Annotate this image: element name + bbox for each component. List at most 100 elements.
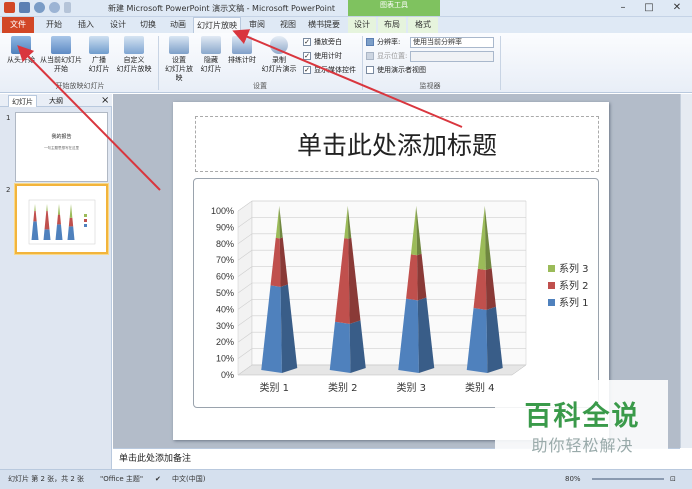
chart-tools-label: 图表工具 [348,0,440,16]
thumb-pyramid-segment [69,204,73,218]
slide-number: 2 [6,186,11,194]
ribbon-separator [158,36,159,90]
thumb-pyramid-segment [55,224,63,240]
y-tick-label: 80% [216,239,234,249]
slide-thumbnail-2[interactable] [15,184,108,254]
tab-insert[interactable]: 插入 [72,17,100,33]
tab-slides[interactable]: 幻灯片 [8,95,37,107]
hide-slide-icon [201,36,221,54]
y-tick-label: 10% [216,354,234,364]
thumb-legend-swatch [84,219,87,222]
chart-svg: 0% 10% 20% 30% 40% 50% 60% 70% 80% 90% 100% 类别 1 类别 … [211,200,589,394]
zoom-level[interactable]: 80% [565,470,581,489]
tab-chart-design[interactable]: 设计 [348,17,376,33]
monitor-icon [366,38,374,46]
tab-transitions[interactable]: 切换 [134,17,162,33]
thumb-title: 我的报告 [51,134,72,140]
tab-file[interactable]: 文件 [2,17,34,33]
title-bar: 新建 Microsoft PowerPoint 演示文稿 - Microsoft… [0,0,692,17]
y-tick-label: 50% [216,288,234,298]
thumb-subtitle: 一句主题思想写在这里 [44,146,79,150]
slideshow-current-icon [51,36,71,54]
hide-slide-button[interactable]: 隐藏 幻灯片 [198,36,224,74]
chart-frame[interactable]: 0% 10% 20% 30% 40% 50% 60% 70% 80% 90% 100% 类别 1 类别 … [193,178,599,408]
y-tick-label: 90% [216,222,234,232]
rehearse-timings-button[interactable]: 排练计时 [226,36,258,65]
zoom-slider[interactable] [592,478,664,480]
legend-label: 系列 3 [559,262,589,275]
group-label-setup: 设置 [253,82,267,90]
x-category-label: 类别 2 [328,381,358,394]
save-icon[interactable] [19,2,30,13]
slide-counter: 幻灯片 第 2 张，共 2 张 [8,475,85,483]
setup-slideshow-button[interactable]: 设置 幻灯片放映 [162,36,196,83]
x-category-label: 类别 4 [465,381,495,394]
use-timings-checkbox[interactable]: ✓ 使用计时 [303,51,342,61]
display-location-dropdown[interactable] [410,51,494,62]
tab-chart-format[interactable]: 格式 [408,17,438,33]
record-icon [270,36,288,54]
play-narration-checkbox[interactable]: ✓ 播放旁白 [303,37,342,47]
broadcast-slideshow-button[interactable]: 广播 幻灯片 [86,36,112,74]
show-media-controls-checkbox[interactable]: ✓ 显示媒体控件 [303,65,356,75]
thumb-pyramid-segment [33,210,37,222]
checkbox-checked-icon: ✓ [303,66,311,74]
y-tick-label: 60% [216,272,234,282]
close-pane-icon[interactable]: × [98,95,112,107]
y-tick-label: 30% [216,321,234,331]
tab-animations[interactable]: 动画 [164,17,192,33]
watermark-logo: 百科全说 助你轻松解决 [495,380,668,462]
custom-slideshow-button[interactable]: 自定义 幻灯片放映 [114,36,154,74]
resolution-dropdown[interactable]: 使用当前分辨率 [410,37,494,48]
record-slideshow-button[interactable]: 录制 幻灯片演示 [258,36,300,74]
vertical-scrollbar[interactable] [680,94,692,448]
custom-slideshow-icon [124,36,144,54]
thumb-pyramid-segment [57,214,61,225]
watermark-subtitle: 助你轻松解决 [531,436,634,455]
thumb-legend-swatch [84,224,87,227]
group-label-monitors: 监视器 [419,82,441,90]
title-placeholder[interactable]: 单击此处添加标题 [195,116,599,172]
presenter-view-checkbox[interactable]: 使用演示者视图 [366,65,426,75]
tab-chart-layout[interactable]: 布局 [378,17,406,33]
checkbox-checked-icon: ✓ [303,38,311,46]
undo-icon[interactable] [34,2,45,13]
tab-outline[interactable]: 大纲 [46,95,66,107]
tab-review[interactable]: 审阅 [243,17,271,33]
legend-swatch [548,299,555,306]
window-title: 新建 Microsoft PowerPoint 演示文稿 - Microsoft… [108,4,336,13]
tab-slideshow[interactable]: 幻灯片放映 [193,17,241,33]
thumb-pyramid-segment [34,204,36,211]
quick-access-toolbar [4,2,71,13]
y-tick-label: 40% [216,304,234,314]
ribbon-separator [500,36,501,90]
tab-view[interactable]: 视图 [274,17,302,33]
tab-outline-tools[interactable]: 横书提要 [304,17,344,33]
resolution-label: 分辨率: [366,37,400,47]
close-icon[interactable]: ✕ [662,0,692,16]
legend-swatch [548,265,555,272]
slide-number: 1 [6,114,11,122]
spell-check-icon[interactable]: ✔ [155,470,161,489]
tab-home[interactable]: 开始 [40,17,68,33]
slides-pane: 幻灯片 大纲 × 1 我的报告 一句主题思想写在这里 2 [0,94,112,469]
maximize-icon[interactable]: □ [636,0,662,16]
from-beginning-button[interactable]: 从头开始 [4,36,38,65]
thumb-legend-swatch [84,214,87,217]
powerpoint-icon [4,2,15,13]
ribbon-separator [362,36,363,90]
fit-to-window-icon[interactable]: ⊡ [670,470,676,489]
redo-icon[interactable] [49,2,60,13]
customize-qat-icon[interactable] [64,2,71,13]
legend-label: 系列 1 [559,296,589,309]
ribbon-tabs: 文件 开始 插入 设计 切换 动画 幻灯片放映 审阅 视图 横书提要 设计 布局… [0,17,692,33]
thumb-chart-preview [28,199,96,245]
minimize-icon[interactable]: – [610,0,636,16]
thumb-pyramid-segment [46,204,48,212]
setup-slideshow-icon [169,36,189,54]
tab-design[interactable]: 设计 [104,17,132,33]
from-current-slide-button[interactable]: 从当前幻灯片 开始 [38,36,84,74]
display-location-label: 显示位置: [366,51,407,61]
thumb-pyramid-segment [44,211,50,230]
slide-thumbnail-1[interactable]: 我的报告 一句主题思想写在这里 [15,112,108,182]
